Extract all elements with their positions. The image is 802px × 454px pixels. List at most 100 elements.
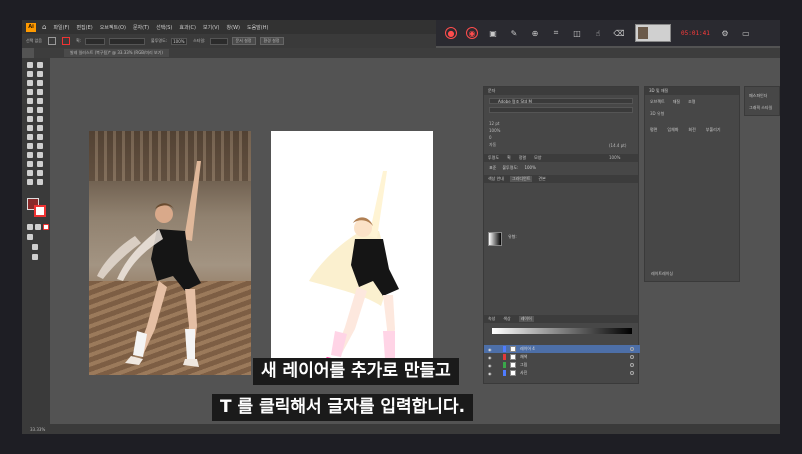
document-tab[interactable]: 발레 일러스트 (복구됨)* @ 33.33% (RGB/미리 보기) (64, 49, 169, 57)
draw-mode-icon[interactable] (27, 234, 33, 240)
edit-toolbar-icon[interactable] (32, 254, 38, 260)
font-style-dropdown[interactable] (489, 107, 633, 113)
magic-wand-tool-icon[interactable] (27, 71, 33, 77)
minimize-icon[interactable]: ▭ (740, 27, 752, 39)
tracking-field[interactable]: 0 (489, 135, 633, 140)
font-family-dropdown[interactable]: Adobe 명조 Std M (489, 98, 633, 104)
menu-view[interactable]: 보기(V) (203, 24, 220, 31)
blend-tool-icon[interactable] (37, 152, 43, 158)
tab-swatches[interactable]: 견본 (538, 176, 545, 182)
fill-swatch[interactable] (48, 37, 56, 45)
style-field[interactable] (209, 37, 228, 45)
pen-tool-icon[interactable] (27, 80, 33, 86)
graphic-styles-item[interactable]: 그래픽 스타일 (749, 105, 775, 111)
direct-selection-tool-icon[interactable] (37, 62, 43, 68)
free-transform-tool-icon[interactable] (37, 125, 43, 131)
tab-layers[interactable]: 레이어 (518, 316, 534, 322)
raytracing-toggle[interactable]: 레이트레이싱 (651, 271, 673, 277)
preview-thumbnail[interactable] (635, 24, 671, 42)
font-size-field[interactable]: 12 pt (489, 121, 633, 126)
target-icon[interactable] (630, 355, 634, 359)
selection-tool-icon[interactable] (27, 62, 33, 68)
type-inflate[interactable]: 부풀리기 (706, 127, 721, 133)
perspective-tool-icon[interactable] (37, 134, 43, 140)
gradient-mode-icon[interactable] (35, 224, 41, 230)
screen-mode-icon[interactable] (32, 244, 38, 250)
visibility-icon[interactable]: ◉ (488, 355, 493, 360)
layer-row[interactable]: ◉ 레이어 4 (484, 345, 640, 353)
eraser-tool-icon[interactable] (37, 107, 43, 113)
eraser-icon[interactable]: ⌫ (613, 27, 625, 39)
rectangle-icon[interactable]: ▣ (487, 27, 499, 39)
none-mode-icon[interactable] (43, 224, 49, 230)
artboard-tool-icon[interactable] (27, 170, 33, 176)
tab-material[interactable]: 재질 (673, 99, 680, 105)
hand-tool-icon[interactable] (27, 179, 33, 185)
visibility-icon[interactable]: ◉ (488, 371, 493, 376)
visibility-icon[interactable]: ◉ (488, 347, 493, 352)
menu-effect[interactable]: 효과(C) (179, 24, 196, 31)
rectangle-tool-icon[interactable] (27, 98, 33, 104)
type-extrude[interactable]: 입체화 (667, 127, 678, 133)
type-tool-icon[interactable] (27, 89, 33, 95)
zoom-level[interactable]: 33.33% (30, 427, 45, 432)
layer-row[interactable]: ◉ 채색 (484, 353, 640, 361)
width-tool-icon[interactable] (27, 125, 33, 131)
graph-tool-icon[interactable] (37, 161, 43, 167)
horizontal-scale-field[interactable]: 100% (609, 155, 620, 160)
pathfinder-item[interactable]: 패스파인더 (749, 93, 775, 99)
symbol-sprayer-tool-icon[interactable] (27, 161, 33, 167)
tab-lighting[interactable]: 조명 (688, 99, 695, 105)
layer-name[interactable]: 그림 (520, 362, 527, 368)
preferences-button[interactable]: 환경 설정 (259, 37, 284, 45)
layer-row[interactable]: ◉ 그림 (484, 361, 640, 369)
opacity-row-value[interactable]: 100% (524, 165, 535, 171)
artboard-illustration[interactable] (271, 131, 433, 375)
lasso-tool-icon[interactable] (37, 71, 43, 77)
crop-icon[interactable]: ⌗ (550, 27, 562, 39)
tab-shape[interactable]: 모양 (534, 155, 541, 161)
zoom-tool-icon[interactable] (37, 179, 43, 185)
record-stop-icon[interactable]: ● (445, 27, 457, 39)
tab-transparency[interactable]: 투명도 (488, 155, 499, 161)
target-icon[interactable] (630, 371, 634, 375)
settings-icon[interactable]: ⚙ (719, 27, 731, 39)
record-pause-icon[interactable]: ◉ (466, 27, 478, 39)
menu-file[interactable]: 파일(F) (53, 24, 69, 31)
eyedropper-tool-icon[interactable] (27, 152, 33, 158)
cursor-icon[interactable]: ☝ (592, 27, 604, 39)
shape-builder-tool-icon[interactable] (27, 134, 33, 140)
layer-name[interactable]: 채색 (520, 354, 527, 360)
scale-tool-icon[interactable] (37, 116, 43, 122)
menu-help[interactable]: 도움말(H) (247, 24, 268, 31)
document-setup-button[interactable]: 문서 설정 (231, 37, 256, 45)
brush-field[interactable] (109, 37, 146, 45)
stroke-swatch[interactable] (62, 37, 70, 45)
target-icon[interactable] (630, 347, 634, 351)
visibility-icon[interactable]: ◉ (488, 363, 493, 368)
pencil-tool-icon[interactable] (27, 107, 33, 113)
type-revolve[interactable]: 회전 (688, 127, 695, 133)
pen-icon[interactable]: ✎ (508, 27, 520, 39)
stroke-color-swatch[interactable] (34, 205, 46, 217)
gradient-tool-icon[interactable] (37, 143, 43, 149)
target-icon[interactable] (630, 363, 634, 367)
vertical-scale-field[interactable]: 100% (489, 128, 633, 133)
paintbrush-tool-icon[interactable] (37, 98, 43, 104)
slice-tool-icon[interactable] (37, 170, 43, 176)
menu-window[interactable]: 창(W) (227, 24, 240, 31)
leading-field[interactable]: (14.4 pt) (609, 143, 626, 148)
line-tool-icon[interactable] (37, 89, 43, 95)
zoom-icon[interactable]: ⊕ (529, 27, 541, 39)
layer-name[interactable]: 레이어 4 (520, 346, 535, 352)
curvature-tool-icon[interactable] (37, 80, 43, 86)
opacity-field[interactable]: 100% (171, 37, 188, 45)
stroke-weight-field[interactable] (85, 37, 106, 45)
layer-name[interactable]: 사진 (520, 370, 527, 376)
artboard-photo[interactable] (89, 131, 251, 375)
menu-object[interactable]: 오브젝트(O) (100, 24, 126, 31)
color-mode-icon[interactable] (27, 224, 33, 230)
rotate-tool-icon[interactable] (27, 116, 33, 122)
gradient-slider[interactable] (492, 328, 632, 334)
menu-edit[interactable]: 편집(E) (76, 24, 92, 31)
